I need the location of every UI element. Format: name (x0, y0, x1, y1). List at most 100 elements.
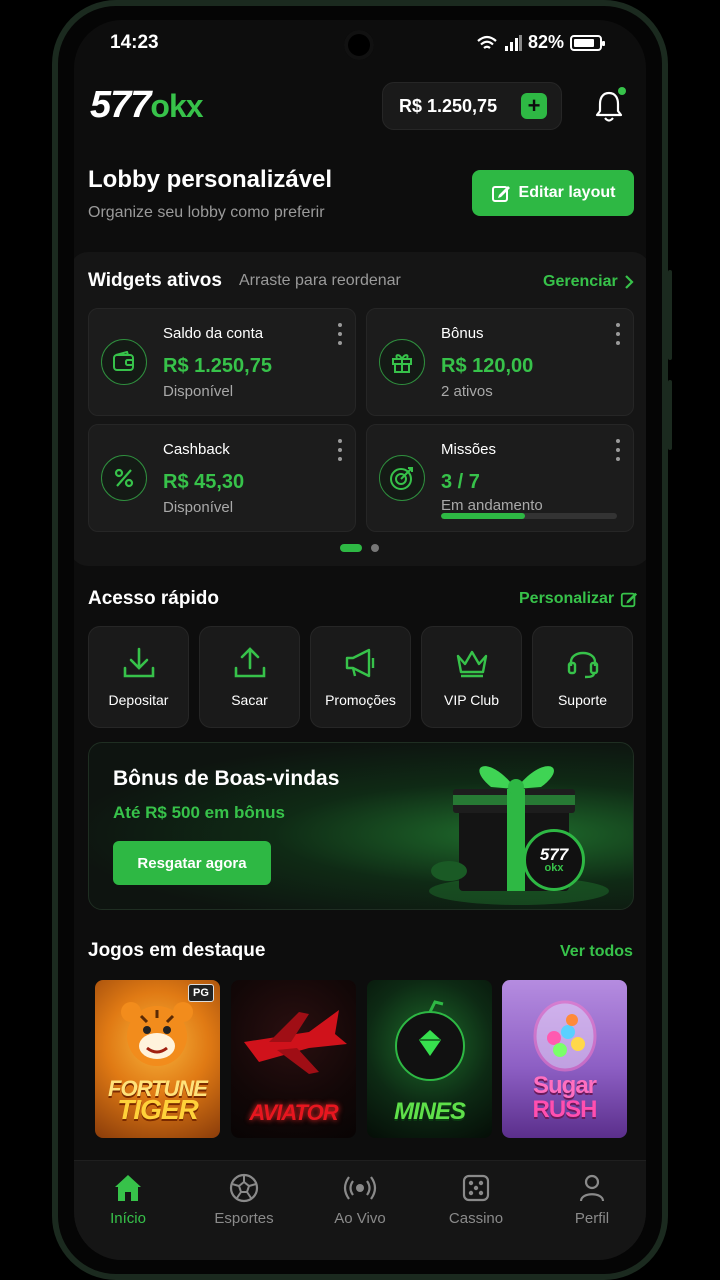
page-title: Lobby personalizável (88, 166, 333, 193)
quick-label: Suporte (557, 692, 608, 708)
battery-percent: 82% (527, 32, 564, 52)
quick-promotions-button[interactable]: Promoções (310, 626, 411, 728)
upload-icon (234, 647, 265, 678)
wallet-icon (101, 339, 147, 385)
widget-value: R$ 120,00 (441, 355, 534, 377)
widget-label: Missões (441, 441, 497, 458)
plane-illustration (244, 1010, 347, 1074)
manage-label: Gerenciar (543, 273, 618, 290)
front-camera (344, 30, 374, 60)
quick-label: Depositar (108, 692, 169, 708)
user-icon (579, 1174, 605, 1202)
pager-dot[interactable] (371, 544, 379, 552)
game-title-line2: TIGER (117, 1094, 199, 1125)
quick-deposit-button[interactable]: Depositar (88, 626, 189, 728)
quick-label: Promoções (325, 692, 396, 708)
header-balance: R$ 1.250,75 (399, 95, 498, 116)
balance-pill[interactable]: R$ 1.250,75 + (382, 82, 562, 130)
game-title: AVIATOR (249, 1100, 338, 1125)
soccer-ball-icon (229, 1173, 259, 1203)
bell-icon[interactable] (594, 90, 624, 124)
tiger-illustration (121, 1002, 193, 1066)
volume-button (668, 270, 672, 360)
game-card-mines[interactable]: MINES (367, 980, 492, 1138)
logo-suffix: okx (150, 88, 203, 124)
edit-icon (621, 592, 638, 608)
edit-icon (491, 186, 510, 202)
widget-value: 3 / 7 (441, 471, 480, 493)
game-card-sugar-rush[interactable]: Sugar RUSH (502, 980, 627, 1138)
status-icons: 82% (476, 32, 605, 53)
quick-label: VIP Club (444, 692, 499, 708)
widget-value: R$ 45,30 (163, 471, 245, 493)
status-time: 14:23 (110, 32, 159, 53)
nav-label: Início (110, 1210, 146, 1227)
add-funds-button[interactable]: + (521, 93, 547, 119)
widget-bonus[interactable]: Bônus R$ 120,00 2 ativos (366, 308, 634, 416)
percent-icon (101, 455, 147, 501)
widget-value: R$ 1.250,75 (163, 355, 272, 377)
download-icon (123, 647, 154, 678)
nav-label: Ao Vivo (334, 1210, 386, 1227)
game-card-aviator[interactable]: AVIATOR (231, 980, 356, 1138)
gift-icon (379, 339, 425, 385)
signal-icon (504, 34, 522, 51)
brand-coin: 577 okx (523, 829, 585, 891)
megaphone-icon (345, 648, 374, 678)
candy-egg-illustration (533, 1000, 597, 1072)
nav-casino[interactable]: Cassino (426, 1172, 526, 1227)
widget-label: Cashback (163, 441, 230, 458)
nav-home[interactable]: Início (78, 1172, 178, 1227)
game-title: MINES (393, 1098, 466, 1125)
claim-bonus-button[interactable]: Resgatar agora (113, 841, 271, 885)
nav-profile[interactable]: Perfil (542, 1172, 642, 1227)
widget-cashback[interactable]: Cashback R$ 45,30 Disponível (88, 424, 356, 532)
nav-sports[interactable]: Esportes (194, 1172, 294, 1227)
game-card-fortune-tiger[interactable]: PG FORTUNE TIGER (95, 980, 220, 1138)
quick-vip-button[interactable]: VIP Club (421, 626, 522, 728)
brand-logo[interactable]: 577okx (90, 84, 204, 127)
nav-live[interactable]: Ao Vivo (310, 1172, 410, 1227)
manage-widgets-link[interactable]: Gerenciar (543, 273, 634, 291)
widget-note: Disponível (163, 499, 234, 516)
customize-label: Personalizar (519, 590, 615, 607)
quick-withdraw-button[interactable]: Sacar (199, 626, 300, 728)
crown-icon (456, 650, 487, 678)
coin-subtext: okx (544, 862, 564, 874)
widget-note: Disponível (163, 383, 234, 400)
missions-progress-bar (441, 513, 617, 519)
widget-label: Bônus (441, 325, 484, 342)
logo-number: 577 (90, 84, 151, 126)
pager-dot-active[interactable] (340, 544, 362, 552)
bomb-illustration (395, 1000, 465, 1081)
welcome-bonus-banner[interactable]: Bônus de Boas-vindas Até R$ 500 em bônus… (88, 742, 634, 910)
customize-link[interactable]: Personalizar (519, 590, 638, 608)
live-broadcast-icon (343, 1176, 377, 1200)
battery-icon (570, 34, 605, 51)
power-button (668, 380, 672, 450)
widget-account-balance[interactable]: Saldo da conta R$ 1.250,75 Disponível (88, 308, 356, 416)
wifi-icon (477, 35, 497, 49)
game-title-line2: RUSH (532, 1096, 597, 1123)
page-subtitle: Organize seu lobby como preferir (88, 204, 325, 221)
more-options-icon[interactable] (337, 323, 343, 345)
target-icon (379, 455, 425, 501)
quick-label: Sacar (231, 692, 268, 708)
app-screen: 14:23 82% 577okx R$ 1.250,75 + Lobby per… (74, 20, 646, 1260)
widget-label: Saldo da conta (163, 325, 264, 342)
notification-dot (618, 87, 626, 95)
nav-label: Perfil (574, 1210, 610, 1227)
widget-missions[interactable]: Missões 3 / 7 Em andamento (366, 424, 634, 532)
more-options-icon[interactable] (615, 323, 621, 345)
widget-note: Em andamento (441, 497, 543, 514)
headset-icon (567, 651, 598, 679)
nav-label: Cassino (448, 1210, 504, 1227)
more-options-icon[interactable] (615, 439, 621, 461)
edit-layout-button[interactable]: Editar layout (472, 170, 634, 216)
see-all-games-link[interactable]: Ver todos (560, 943, 633, 961)
quick-support-button[interactable]: Suporte (532, 626, 633, 728)
more-options-icon[interactable] (337, 439, 343, 461)
dice-icon (462, 1174, 490, 1202)
widget-note: 2 ativos (441, 383, 493, 400)
home-icon (115, 1175, 141, 1201)
